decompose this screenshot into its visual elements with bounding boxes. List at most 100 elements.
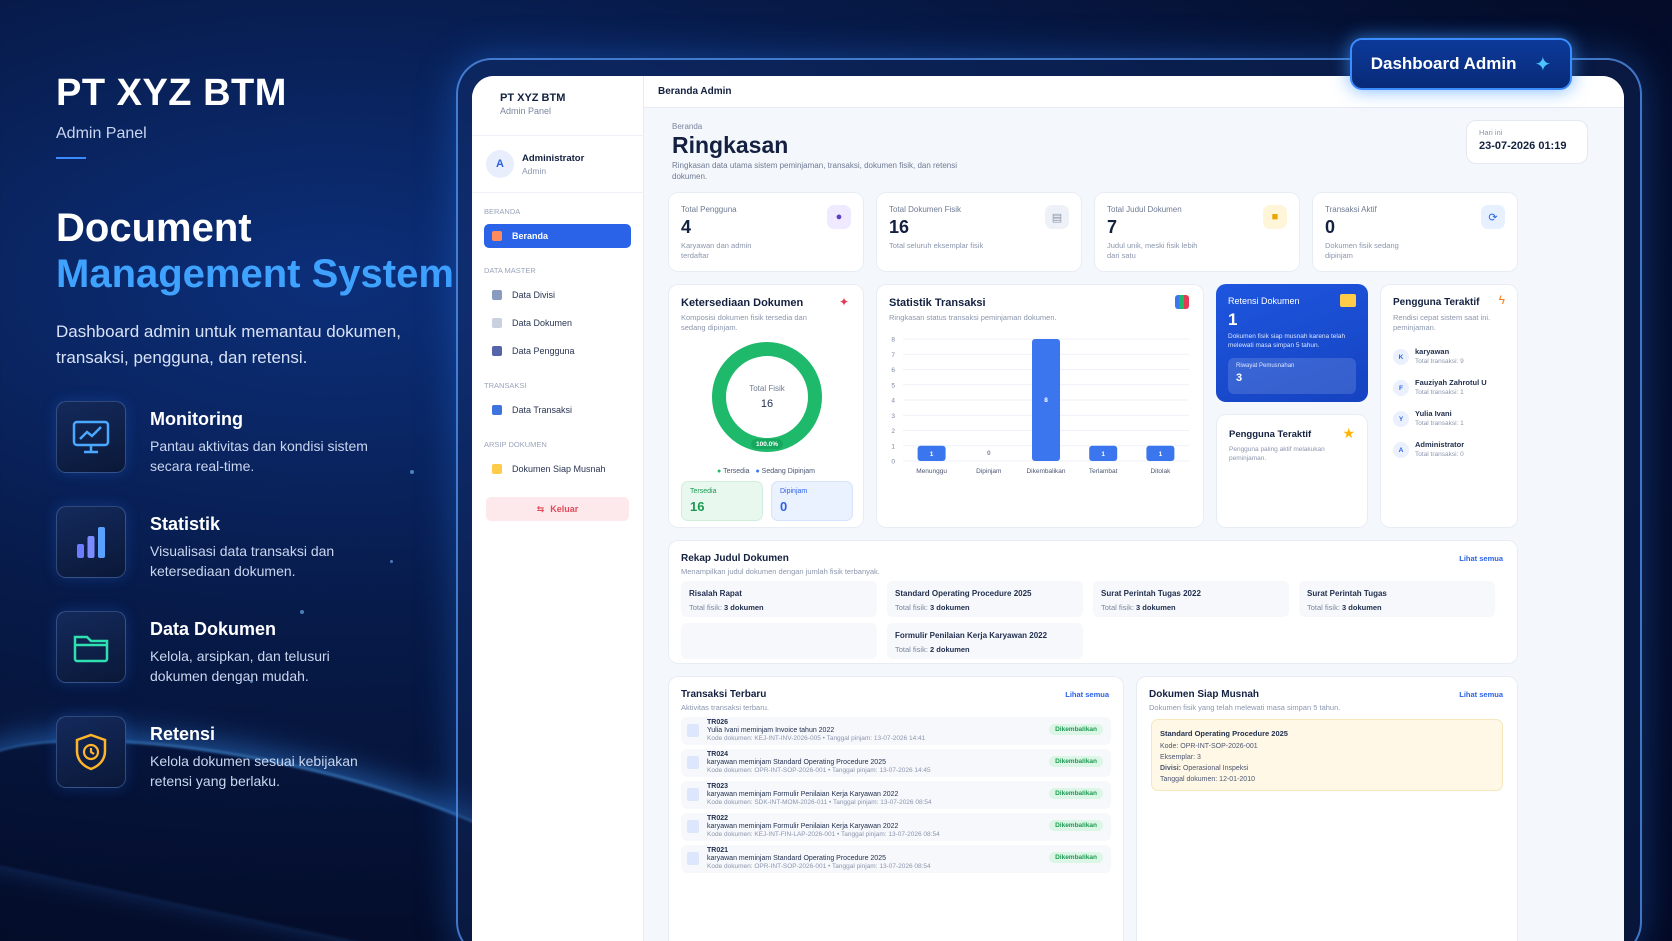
sidebar-brand-sub: Admin Panel [500,106,552,116]
user-total: Total transaksi: 0 [1415,451,1464,458]
transaction-item[interactable]: TR022 karyawan meminjam Formulir Penilaia… [681,813,1111,841]
sidebar-item-dokumen[interactable]: Data Dokumen [484,311,631,335]
y-tick-label: 7 [891,352,895,359]
rekap-card: Rekap Judul Dokumen Menampilkan judul do… [668,540,1518,664]
sidebar-item-pengguna[interactable]: Data Pengguna [484,339,631,363]
lead-text: Dashboard admin untuk memantau dokumen, … [56,322,401,367]
active-user-list: Kkaryawan Total transaksi: 9 F Fauziyah Zah… [1393,345,1513,469]
stat-card-transaksi-aktif[interactable]: Transaksi Aktif 0 Dokumen fisik sedang d… [1312,192,1518,272]
transaction-item[interactable]: TR021 karyawan meminjam Standard Operatin… [681,845,1111,873]
musnah-doc-kode: Kode: OPR-INT-SOP-2026-001 [1160,741,1494,752]
kode-label: Kode: [1160,743,1179,750]
rekap-item-count: Total fisik: 3 dokumen [1307,603,1487,612]
logout-button[interactable]: ⇆ Keluar [486,497,629,521]
legend-dot-tersedia: ● [717,468,722,475]
active-user-item[interactable]: A Administrator Total transaksi: 0 [1393,438,1513,469]
sidebar-item-beranda[interactable]: Beranda [484,224,631,248]
musnah-doc-item[interactable]: Standard Operating Procedure 2025 Kode: … [1151,719,1503,791]
app-screen: PT XYZ BTM Admin Panel A Administrator A… [472,76,1624,941]
rekap-item[interactable]: Surat Perintah Tugas 2022 Total fisik: 3 … [1093,581,1289,617]
bar-value-label: 8 [1044,397,1048,404]
user-name: karyawan [1415,347,1450,356]
transaction-item[interactable]: TR026 Yulia Ivani meminjam Invoice tahun … [681,717,1111,745]
rekap-item-title: Risalah Rapat [689,589,742,598]
card-title: Ketersediaan Dokumen [681,297,804,309]
x-tick-label: Terlambat [1089,468,1118,475]
today-value: 23-07-2026 01:19 [1479,140,1567,152]
feature-desc: Visualisasi data transaksi dan ketersedi… [150,543,335,579]
rekap-item-count: Total fisik: 2 dokumen [895,645,1075,654]
active-user-item[interactable]: Y Yulia Ivani Total transaksi: 1 [1393,407,1513,438]
page-description: Ringkasan data utama sistem peminjaman, … [672,161,958,181]
stat-desc: Dokumen fisik sedang dipinjam [1325,241,1399,260]
transaction-text: karyawan meminjam Formulir Penilaian Ker… [707,823,899,830]
document-icon [492,318,502,328]
sidebar-user[interactable]: A Administrator Admin [472,136,643,193]
document-icon: ▤ [1045,205,1069,229]
stat-label: Total Judul Dokumen [1107,205,1182,214]
brand-subtitle: Admin Panel [56,125,147,142]
user-total: Total transaksi: 1 [1415,420,1464,427]
card-title: Transaksi Terbaru [681,689,767,700]
sparkle-icon: ✦ [1534,53,1552,76]
sidebar-brand-title: PT XYZ BTM [500,92,566,104]
rekap-item-count: Total fisik: 3 dokumen [689,603,869,612]
transaksi-see-all-link[interactable]: Lihat semua [1065,690,1109,699]
sidebar-item-musnah[interactable]: Dokumen Siap Musnah [484,457,631,481]
count-value: 2 dokumen [930,645,970,654]
musnah-doc-title: Standard Operating Procedure 2025 [1160,729,1288,738]
document-icon [687,724,699,737]
sidebar-item-transaksi[interactable]: Data Transaksi [484,398,631,422]
divisi-label: Divisi: [1160,765,1182,772]
transaction-code: TR023 [707,783,729,790]
user-total: Total transaksi: 9 [1415,358,1464,365]
transaction-meta: Kode dokumen: SDK-INT-MOM-2026-011 • Tan… [707,799,932,806]
tersedia-label: Tersedia [690,488,717,495]
transaction-meta: Kode dokumen: OPR-INT-SOP-2026-001 • Tan… [707,863,931,870]
avatar: Y [1393,411,1409,427]
pin-icon: ✦ [838,295,849,309]
transaction-item[interactable]: TR023 karyawan meminjam Formulir Penilaia… [681,781,1111,809]
bar-value-label: 1 [1159,451,1163,458]
avatar: A [1393,442,1409,458]
bolt-icon: ϟ [1498,293,1505,307]
stat-card-pengguna[interactable]: Total Pengguna 4 Karyawan dan admin terd… [668,192,864,272]
stat-value: 4 [681,217,692,237]
y-tick-label: 2 [891,428,895,435]
stat-card-judul-dokumen[interactable]: Total Judul Dokumen 7 Judul unik, meski … [1094,192,1300,272]
count-prefix: Total fisik: [895,645,928,654]
sidebar-item-divisi[interactable]: Data Divisi [484,283,631,307]
today-label: Hari ini [1479,128,1503,137]
retensi-card[interactable]: Retensi Dokumen 1 Dokumen fisik siap mus… [1216,284,1368,402]
rekap-item[interactable]: Surat Perintah Tugas Total fisik: 3 dokum… [1299,581,1495,617]
rekap-item[interactable]: Risalah Rapat Total fisik: 3 dokumen [681,581,877,617]
y-tick-label: 4 [891,398,895,405]
bar-value-label: 1 [1101,451,1105,458]
riwayat-box: Riwayat Pemusnahan 3 [1228,358,1356,394]
transaction-item[interactable]: TR024 karyawan meminjam Standard Operatin… [681,749,1111,777]
breadcrumb[interactable]: Beranda [672,122,702,131]
stat-desc: Total seluruh eksemplar fisik [889,241,984,250]
folder-icon [56,611,126,683]
feature-desc: Pantau aktivitas dan kondisi sistem seca… [150,438,368,474]
rekap-see-all-link[interactable]: Lihat semua [1459,554,1503,563]
active-user-item[interactable]: Kkaryawan Total transaksi: 9 [1393,345,1513,376]
rekap-item[interactable]: Standard Operating Procedure 2025 Total f… [887,581,1083,617]
count-prefix: Total fisik: [1101,603,1134,612]
statistik-card: Statistik Transaksi Ringkasan status tra… [876,284,1204,528]
card-subtitle: Dokumen fisik yang telah melewati masa s… [1149,703,1341,712]
rekap-item-title: Surat Perintah Tugas [1307,589,1387,598]
stat-card-dokumen-fisik[interactable]: Total Dokumen Fisik 16 Total seluruh eks… [876,192,1082,272]
headline-line1: Document [56,206,252,250]
musnah-see-all-link[interactable]: Lihat semua [1459,690,1503,699]
avatar: K [1393,349,1409,365]
status-badge: Dikembalikan [1049,852,1103,863]
active-user-item[interactable]: F Fauziyah Zahrotul U Total transaksi: 1 [1393,376,1513,407]
transaction-meta: Kode dokumen: OPR-INT-SOP-2026-001 • Tan… [707,767,931,774]
y-tick-label: 8 [891,337,895,344]
sidebar-brand: PT XYZ BTM Admin Panel [472,76,643,136]
card-subtitle: Aktivitas transaksi terbaru. [681,703,769,712]
divisi-value: Operasional Inspeksi [1182,765,1249,772]
rekap-item[interactable]: Formulir Penilaian Kerja Karyawan 2022 To… [887,623,1083,659]
feature-retensi: Retensi Kelola dokumen sesuai kebijakan … [56,716,456,791]
